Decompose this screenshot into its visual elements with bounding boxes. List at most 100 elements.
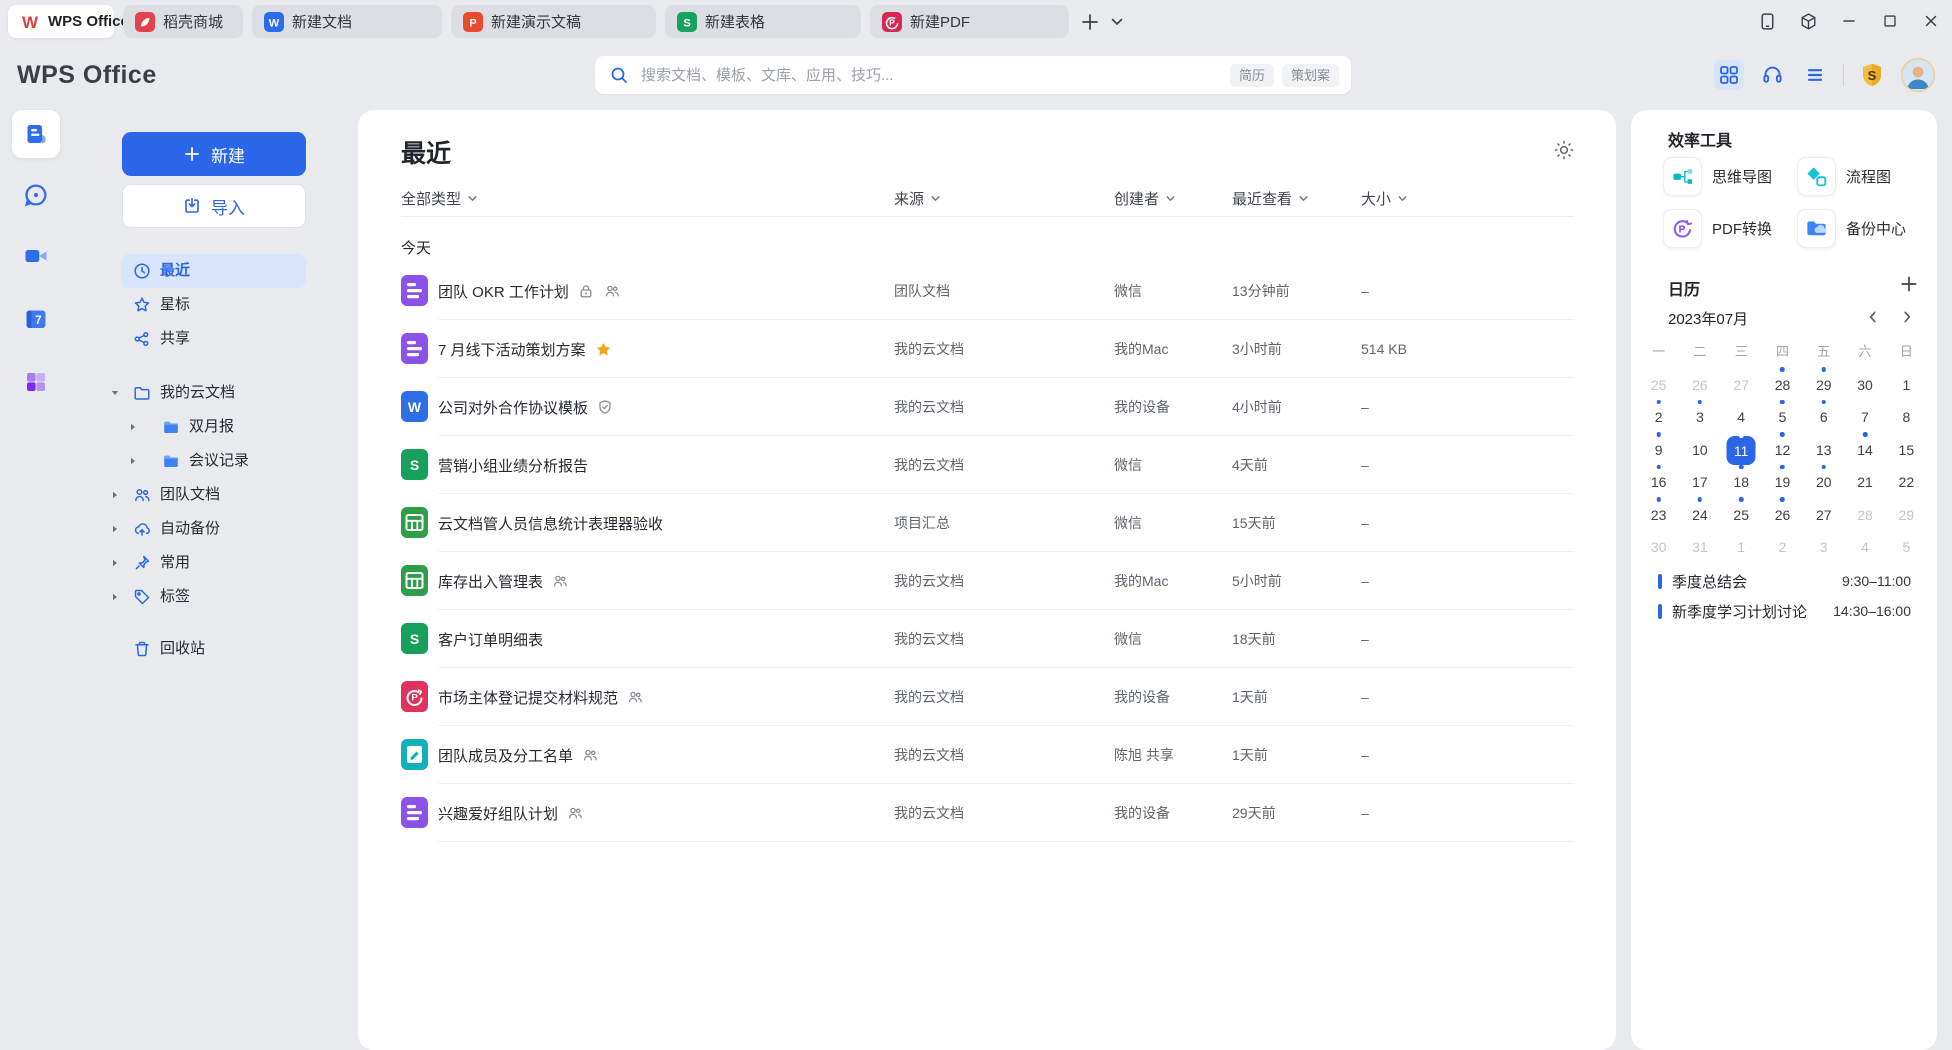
tab-list-dropdown-button[interactable] — [1108, 13, 1126, 31]
file-row[interactable]: 团队 OKR 工作计划团队文档微信13分钟前– — [358, 262, 1616, 320]
mobile-link-button[interactable] — [1755, 9, 1779, 33]
calendar-day[interactable]: 16 — [1638, 463, 1679, 496]
calendar-day[interactable]: 26 — [1762, 495, 1803, 528]
sidebar-item-starred[interactable]: 星标 — [72, 288, 358, 322]
calendar-day[interactable]: 28 — [1844, 495, 1885, 528]
calendar-day[interactable]: 27 — [1803, 495, 1844, 528]
sidebar-item-tags[interactable]: 标签 — [72, 580, 358, 614]
caret-right-icon[interactable] — [110, 558, 120, 568]
file-row[interactable]: 库存出入管理表我的云文档我的Mac5小时前– — [358, 552, 1616, 610]
calendar-day[interactable]: 14 — [1844, 430, 1885, 463]
tab-wps-office[interactable]: WWPS Office — [8, 5, 114, 38]
calendar-day[interactable]: 3 — [1679, 398, 1720, 431]
minimize-button[interactable] — [1837, 9, 1861, 33]
file-row[interactable]: S客户订单明细表我的云文档微信18天前– — [358, 610, 1616, 668]
calendar-day[interactable]: 8 — [1886, 398, 1927, 431]
sidebar-item-frequent[interactable]: 常用 — [72, 546, 358, 580]
calendar-day[interactable]: 5 — [1762, 398, 1803, 431]
tab-new-spreadsheet[interactable]: S新建表格 — [665, 5, 861, 38]
workspace-button[interactable] — [1796, 9, 1820, 33]
sidebar-item-my-cloud-docs[interactable]: 我的云文档 — [72, 376, 358, 410]
calendar-day[interactable]: 20 — [1803, 463, 1844, 496]
calendar-day[interactable]: 22 — [1886, 463, 1927, 496]
calendar-day[interactable]: 31 — [1679, 528, 1720, 561]
calendar-day[interactable]: 25 — [1638, 365, 1679, 398]
calendar-day[interactable]: 30 — [1844, 365, 1885, 398]
calendar-day[interactable]: 27 — [1721, 365, 1762, 398]
add-event-button[interactable] — [1899, 274, 1919, 294]
apps-grid-button[interactable] — [1714, 60, 1744, 90]
rail-item-documents[interactable] — [12, 110, 60, 158]
search-hot-tag[interactable]: 简历 — [1230, 64, 1274, 87]
calendar-day[interactable]: 30 — [1638, 528, 1679, 561]
calendar-prev-button[interactable] — [1865, 309, 1881, 325]
calendar-day[interactable]: 17 — [1679, 463, 1720, 496]
caret-right-icon[interactable] — [128, 422, 138, 432]
sidebar-item-shared[interactable]: 共享 — [72, 322, 358, 356]
calendar-day[interactable]: 5 — [1886, 528, 1927, 561]
sidebar-item-meeting-notes[interactable]: 会议记录 — [72, 444, 358, 478]
tool-mindmap[interactable]: 思维导图 — [1663, 157, 1797, 196]
new-document-button[interactable]: 新建 — [122, 132, 306, 176]
file-row[interactable]: 团队成员及分工名单我的云文档陈旭 共享1天前– — [358, 726, 1616, 784]
sidebar-item-bimonthly-report[interactable]: 双月报 — [72, 410, 358, 444]
calendar-day[interactable]: 2 — [1638, 398, 1679, 431]
calendar-day[interactable]: 9 — [1638, 430, 1679, 463]
file-row[interactable]: 兴趣爱好组队计划我的云文档我的设备29天前– — [358, 784, 1616, 842]
search-hot-tag[interactable]: 策划案 — [1282, 64, 1339, 87]
caret-right-icon[interactable] — [110, 592, 120, 602]
calendar-day-selected[interactable]: 11 — [1721, 430, 1762, 463]
caret-right-icon[interactable] — [110, 490, 120, 500]
new-tab-button[interactable] — [1078, 10, 1102, 34]
filter-来源[interactable]: 来源 — [894, 188, 941, 209]
filter-最近查看[interactable]: 最近查看 — [1232, 188, 1309, 209]
filter-大小[interactable]: 大小 — [1361, 188, 1408, 209]
rail-item-meetings[interactable] — [12, 232, 60, 280]
calendar-day[interactable]: 19 — [1762, 463, 1803, 496]
tool-flowchart[interactable]: 流程图 — [1797, 157, 1915, 196]
support-button[interactable] — [1757, 60, 1787, 90]
calendar-day[interactable]: 21 — [1844, 463, 1885, 496]
calendar-day[interactable]: 12 — [1762, 430, 1803, 463]
calendar-day[interactable]: 28 — [1762, 365, 1803, 398]
sidebar-item-recent[interactable]: 最近 — [72, 254, 358, 288]
global-search-bar[interactable]: 简历策划案 — [595, 56, 1351, 94]
calendar-day[interactable]: 10 — [1679, 430, 1720, 463]
calendar-day[interactable]: 1 — [1721, 528, 1762, 561]
calendar-day[interactable]: 13 — [1803, 430, 1844, 463]
tab-docer-mall[interactable]: 稻壳商城 — [123, 5, 243, 38]
calendar-day[interactable]: 6 — [1803, 398, 1844, 431]
calendar-day[interactable]: 1 — [1886, 365, 1927, 398]
caret-right-icon[interactable] — [128, 456, 138, 466]
tab-new-pdf[interactable]: P新建PDF — [870, 5, 1069, 38]
calendar-day[interactable]: 4 — [1721, 398, 1762, 431]
calendar-day[interactable]: 7 — [1844, 398, 1885, 431]
file-row[interactable]: P市场主体登记提交材料规范我的云文档我的设备1天前– — [358, 668, 1616, 726]
rail-item-apps[interactable] — [12, 358, 60, 406]
calendar-day[interactable]: 26 — [1679, 365, 1720, 398]
tab-new-presentation[interactable]: P新建演示文稿 — [451, 5, 656, 38]
rail-item-messages[interactable] — [12, 171, 60, 219]
calendar-day[interactable]: 29 — [1886, 495, 1927, 528]
calendar-day[interactable]: 23 — [1638, 495, 1679, 528]
file-row[interactable]: 7 月线下活动策划方案我的云文档我的Mac3小时前514 KB — [358, 320, 1616, 378]
calendar-day[interactable]: 4 — [1844, 528, 1885, 561]
calendar-event[interactable]: 季度总结会9:30–11:00 — [1658, 566, 1911, 596]
calendar-day[interactable]: 29 — [1803, 365, 1844, 398]
avatar[interactable] — [1900, 57, 1936, 93]
tab-new-document[interactable]: W新建文档 — [252, 5, 442, 38]
caret-down-icon[interactable] — [110, 388, 120, 398]
filter-全部类型[interactable]: 全部类型 — [401, 188, 478, 209]
sidebar-item-recycle-bin[interactable]: 回收站 — [72, 632, 358, 666]
file-row[interactable]: S营销小组业绩分析报告我的云文档微信4天前– — [358, 436, 1616, 494]
file-row[interactable]: 云文档管人员信息统计表理器验收项目汇总微信15天前– — [358, 494, 1616, 552]
tool-pdf-convert[interactable]: PPDF转换 — [1663, 209, 1797, 248]
file-row[interactable]: W公司对外合作协议模板我的云文档我的设备4小时前– — [358, 378, 1616, 436]
sidebar-item-team-docs[interactable]: 团队文档 — [72, 478, 358, 512]
calendar-day[interactable]: 25 — [1721, 495, 1762, 528]
caret-right-icon[interactable] — [110, 524, 120, 534]
task-list-button[interactable] — [1800, 60, 1830, 90]
rail-item-calendar[interactable]: 7 — [12, 295, 60, 343]
calendar-next-button[interactable] — [1899, 309, 1915, 325]
filter-创建者[interactable]: 创建者 — [1114, 188, 1176, 209]
